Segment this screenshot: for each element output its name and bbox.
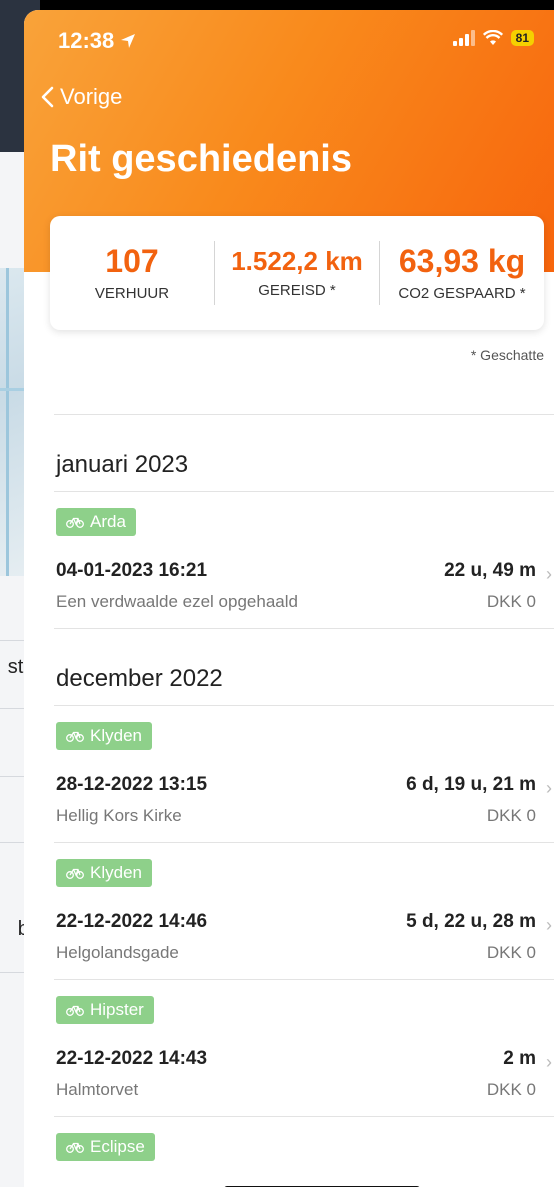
ride-duration: 5 d, 22 u, 28 m — [406, 911, 536, 932]
chevron-right-icon: › — [546, 1052, 552, 1072]
estimate-note: * Geschatte — [470, 347, 544, 363]
bike-tag: Arda — [56, 508, 136, 536]
stat-value: 107 — [105, 242, 159, 279]
bike-name: Klyden — [90, 726, 142, 745]
status-bar-time: 12:38 — [58, 28, 136, 54]
bicycle-icon — [66, 1142, 84, 1153]
bike-name: Arda — [90, 512, 126, 531]
ride-location: Hellig Kors Kirke — [56, 806, 182, 825]
ride-duration: 6 d, 19 u, 21 m — [406, 774, 536, 795]
ride-item[interactable]: Hipster 22-12-2022 14:43 2 m › Halmtorvet… — [54, 980, 554, 1116]
ride-price: DKK 0 — [486, 943, 536, 962]
ride-list: januari 2023 Arda 04-01-2023 16:21 22 u, … — [54, 414, 554, 1161]
ride-location: Helgolandsgade — [56, 943, 179, 962]
ride-datetime: 04-01-2023 16:21 — [56, 560, 208, 581]
chevron-right-icon: › — [546, 564, 552, 584]
bike-tag: Klyden — [56, 722, 152, 750]
stat-label: GEREISD * — [258, 281, 336, 299]
stats-card: 107 VERHUUR 1.522,2 km GEREISD * 63,93 k… — [50, 216, 544, 330]
ride-details: 22-12-2022 14:43 2 m › Halmtorvet DKK 0 — [54, 1024, 554, 1116]
ride-details: 04-01-2023 16:21 22 u, 49 m › Een verdwaa… — [54, 536, 554, 628]
stat-co2: 63,93 kg CO2 GESPAARD * — [380, 242, 544, 303]
ride-item[interactable]: Eclipse — [54, 1117, 554, 1161]
bike-tag: Hipster — [56, 996, 154, 1024]
ride-datetime: 28-12-2022 13:15 — [56, 774, 208, 795]
ride-history-sheet: 12:38 81 Vorige Rit geschiedenis 107 VER… — [24, 10, 554, 1187]
bicycle-icon — [66, 868, 84, 879]
bicycle-icon — [66, 731, 84, 742]
stat-label: CO2 GESPAARD * — [398, 285, 526, 303]
chevron-left-icon — [41, 86, 54, 108]
ride-datetime: 22-12-2022 14:43 — [56, 1048, 208, 1069]
ride-location: Een verdwaalde ezel opgehaald — [56, 592, 298, 611]
bike-tag: Klyden — [56, 859, 152, 887]
ride-price: DKK 0 — [486, 806, 536, 825]
ride-item[interactable]: Klyden 28-12-2022 13:15 6 d, 19 u, 21 m ›… — [54, 706, 554, 842]
ride-duration: 22 u, 49 m — [444, 560, 536, 581]
stat-value: 1.522,2 km — [231, 246, 363, 277]
signal-icon — [452, 30, 475, 46]
ride-details: 28-12-2022 13:15 6 d, 19 u, 21 m › Hellig… — [54, 750, 554, 842]
bike-tag: Eclipse — [56, 1133, 155, 1161]
ride-price: DKK 0 — [486, 1080, 536, 1099]
stat-distance: 1.522,2 km GEREISD * — [215, 247, 379, 299]
ride-location: Halmtorvet — [56, 1080, 139, 1099]
page-title: Rit geschiedenis — [50, 138, 352, 180]
chevron-right-icon: › — [546, 778, 552, 798]
chevron-right-icon: › — [546, 915, 552, 935]
ride-details: 22-12-2022 14:46 5 d, 22 u, 28 m › Helgol… — [54, 887, 554, 979]
month-header: januari 2023 — [56, 451, 189, 478]
month-header: december 2022 — [56, 665, 223, 692]
stat-rentals: 107 VERHUUR — [50, 242, 214, 303]
stat-value: 63,93 kg — [398, 242, 526, 279]
bike-name: Eclipse — [90, 1137, 145, 1156]
bike-name: Hipster — [90, 1000, 144, 1019]
bike-name: Klyden — [90, 863, 142, 882]
ride-datetime: 22-12-2022 14:46 — [56, 911, 208, 932]
bicycle-icon — [66, 1005, 84, 1016]
back-label: Vorige — [60, 84, 123, 109]
wifi-icon — [482, 30, 503, 45]
ride-item[interactable]: Arda 04-01-2023 16:21 22 u, 49 m › Een ve… — [54, 492, 554, 628]
ride-duration: 2 m — [503, 1048, 536, 1069]
stat-label: VERHUUR — [94, 285, 170, 303]
bicycle-icon — [66, 517, 84, 528]
ride-item[interactable]: Klyden 22-12-2022 14:46 5 d, 22 u, 28 m ›… — [54, 843, 554, 979]
ride-price: DKK 0 — [486, 592, 536, 611]
location-arrow-icon — [121, 34, 136, 48]
battery-icon: 81 — [510, 30, 534, 46]
status-bar-icons: 81 — [452, 30, 534, 46]
clock: 12:38 — [58, 28, 115, 53]
back-button[interactable]: Vorige — [40, 84, 122, 110]
